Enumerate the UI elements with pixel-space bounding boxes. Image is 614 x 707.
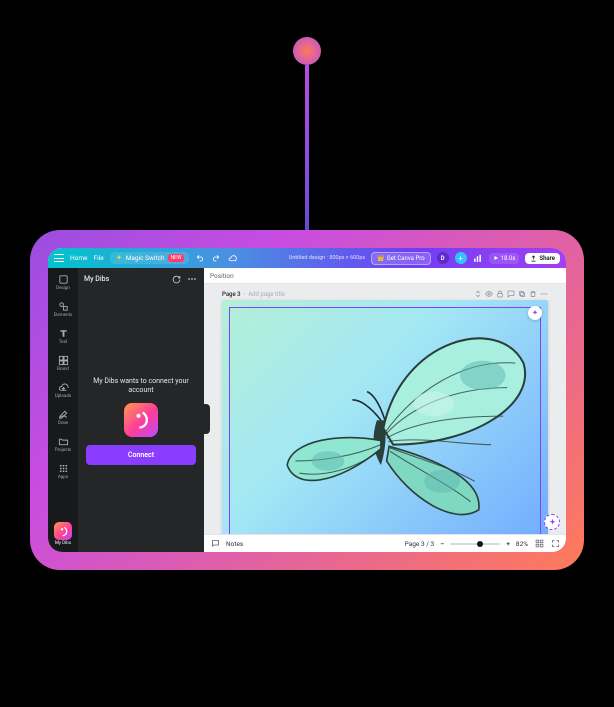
grid-view-icon[interactable] <box>534 539 544 549</box>
rail-draw[interactable]: Draw <box>50 407 76 428</box>
undo-icon[interactable] <box>195 253 205 263</box>
hamburger-icon[interactable] <box>54 254 64 262</box>
invite-plus-button[interactable]: + <box>455 252 467 264</box>
context-toolbar: Position <box>204 268 566 284</box>
present-button[interactable]: 18.0s <box>489 253 520 264</box>
rail-design[interactable]: Design <box>50 272 76 293</box>
share-button[interactable]: Share <box>525 253 560 264</box>
hide-page-icon[interactable] <box>485 290 493 298</box>
draw-icon <box>58 409 69 420</box>
nav-file[interactable]: File <box>94 254 104 262</box>
rail-brand-label: Brand <box>57 367 69 372</box>
notes-label[interactable]: Notes <box>226 540 243 548</box>
zoom-value: 82% <box>516 540 528 548</box>
share-icon <box>530 255 537 262</box>
uploads-icon <box>58 382 69 393</box>
get-pro-button[interactable]: 👑Get Canva Pro <box>371 252 430 265</box>
play-icon <box>493 255 499 261</box>
my-dibs-logo <box>124 403 158 437</box>
top-bar: Home File Magic Switch NEW Untitled desi… <box>48 248 566 268</box>
zoom-slider[interactable] <box>450 543 500 545</box>
zoom-out-icon[interactable]: – <box>440 539 444 549</box>
rail-text-label: Text <box>59 340 68 345</box>
rail-brand[interactable]: Brand <box>50 353 76 374</box>
apps-icon <box>58 463 69 474</box>
lock-page-icon[interactable] <box>496 290 504 298</box>
rail-projects-label: Projects <box>55 448 72 453</box>
connect-message: My Dibs wants to connect your account <box>86 377 196 395</box>
page-title-input[interactable]: Add page title <box>248 291 285 298</box>
page-frame: Page 3 · Add page title <box>222 290 548 534</box>
rail-design-label: Design <box>56 286 70 291</box>
magic-assist-button[interactable] <box>528 306 542 320</box>
design-title[interactable]: Untitled design · 800px × 600px <box>289 255 366 261</box>
rail-my-dibs[interactable]: My Dibs <box>50 520 76 548</box>
analytics-icon[interactable] <box>473 253 483 263</box>
sparkle-icon <box>115 254 123 262</box>
left-rail: Design Elements Text Brand Uploads <box>48 268 78 552</box>
chevron-up-down-icon[interactable] <box>474 290 482 298</box>
rail-elements[interactable]: Elements <box>50 299 76 320</box>
zoom-in-icon[interactable]: + <box>506 539 510 549</box>
play-duration: 18.0s <box>501 255 516 262</box>
magic-switch-button[interactable]: Magic Switch NEW <box>110 252 190 264</box>
rail-text[interactable]: Text <box>50 326 76 347</box>
text-icon <box>58 328 69 339</box>
stage: Page 3 · Add page title <box>204 284 566 534</box>
nav-home[interactable]: Home <box>70 254 88 262</box>
main-area: Design Elements Text Brand Uploads <box>48 268 566 552</box>
get-pro-label: Get Canva Pro <box>387 255 425 262</box>
panel-header: My Dibs <box>78 268 204 290</box>
cloud-sync-icon[interactable] <box>227 253 237 263</box>
rail-uploads[interactable]: Uploads <box>50 380 76 401</box>
redo-icon[interactable] <box>211 253 221 263</box>
page-indicator[interactable]: Page 3 / 3 <box>405 540 435 548</box>
design-icon <box>58 274 69 285</box>
rail-uploads-label: Uploads <box>55 394 71 399</box>
refresh-icon[interactable] <box>170 273 182 285</box>
bottom-bar: Notes Page 3 / 3 – + 82% <box>204 534 566 552</box>
rail-projects[interactable]: Projects <box>50 434 76 455</box>
delete-page-icon[interactable] <box>529 290 537 298</box>
share-label: Share <box>539 255 555 262</box>
page-number: Page 3 <box>222 291 241 298</box>
comment-page-icon[interactable] <box>507 290 515 298</box>
page-more-icon[interactable] <box>540 290 548 298</box>
rail-apps-label: Apps <box>58 475 68 480</box>
duplicate-page-icon[interactable] <box>518 290 526 298</box>
elements-icon <box>58 301 69 312</box>
my-dibs-app-icon <box>54 522 72 540</box>
panel-body: My Dibs wants to connect your account Co… <box>78 290 204 552</box>
notes-icon[interactable] <box>210 539 220 549</box>
artboard[interactable] <box>222 300 548 534</box>
position-button[interactable]: Position <box>210 272 234 280</box>
page-title-separator: · <box>244 291 246 298</box>
butterfly-illustration <box>222 300 548 534</box>
projects-icon <box>58 436 69 447</box>
page-header: Page 3 · Add page title <box>222 290 548 298</box>
more-icon[interactable] <box>186 273 198 285</box>
brand-icon <box>58 355 69 366</box>
rail-my-dibs-label: My Dibs <box>55 541 71 546</box>
app-screen: Home File Magic Switch NEW Untitled desi… <box>48 248 566 552</box>
decorative-stem <box>293 37 321 65</box>
help-button[interactable] <box>544 514 560 530</box>
side-panel: My Dibs My Dibs wants to connect your ac… <box>78 268 204 552</box>
fullscreen-icon[interactable] <box>550 539 560 549</box>
rail-draw-label: Draw <box>58 421 68 426</box>
panel-title: My Dibs <box>84 275 166 283</box>
connect-button[interactable]: Connect <box>86 445 196 465</box>
monitor-frame: Home File Magic Switch NEW Untitled desi… <box>30 230 584 570</box>
avatar[interactable]: D <box>437 252 449 264</box>
new-badge: NEW <box>168 254 185 262</box>
canvas-column: Position Page 3 · Add page title <box>204 268 566 552</box>
rail-apps[interactable]: Apps <box>50 461 76 482</box>
rail-elements-label: Elements <box>54 313 73 318</box>
magic-switch-label: Magic Switch <box>126 254 165 262</box>
sparkle-icon <box>548 518 557 527</box>
